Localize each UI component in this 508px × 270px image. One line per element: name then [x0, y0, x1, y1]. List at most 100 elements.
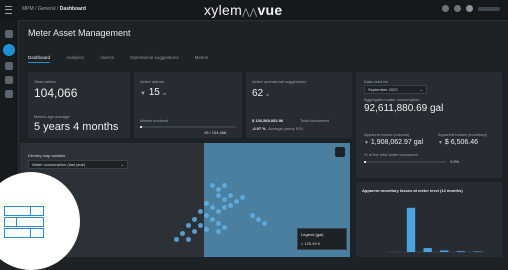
hex-cell — [204, 201, 209, 206]
chart-bar[interactable] — [456, 251, 466, 252]
hex-cell — [222, 197, 227, 202]
tab-dashboard[interactable]: Dashboard — [28, 55, 51, 63]
hex-cell — [240, 195, 245, 200]
hex-cell — [234, 199, 239, 204]
sidebar-dashboard-icon[interactable] — [3, 44, 15, 56]
chart-bar[interactable] — [473, 251, 482, 252]
period-label: Data used for — [364, 79, 389, 84]
roi-label: Average yearly ROI — [268, 126, 303, 131]
hex-cell — [216, 193, 221, 198]
active-alarms-card: Active alarms ▼ 15 of Meters involved 15… — [134, 72, 242, 138]
suggestions-value: 62 — [252, 88, 264, 99]
active-alarms-label: Active alarms — [140, 79, 165, 84]
chart-bar[interactable] — [406, 207, 416, 252]
hex-cell — [186, 237, 191, 242]
hex-cell — [216, 209, 221, 214]
percent-consumed-bar-fill — [364, 161, 366, 163]
brand-left: xylem — [204, 2, 243, 18]
map-variable-select[interactable]: Water consumption (last year) ⌄ — [28, 160, 128, 169]
breadcrumb-prefix[interactable]: MPM / General / — [22, 6, 58, 12]
sidebar-meters-icon[interactable] — [5, 90, 13, 98]
tab-alarms[interactable]: Alarms — [100, 55, 114, 63]
total-meters-label: Total meters — [34, 79, 56, 84]
chevron-down-icon: ⌄ — [419, 87, 423, 92]
hex-cell — [222, 205, 227, 210]
hex-cell — [174, 237, 179, 242]
gear-icon[interactable] — [454, 5, 461, 12]
hex-cell — [204, 213, 209, 218]
chart-bar[interactable] — [440, 250, 449, 252]
losses-volume-value: 1,908,062.97 gal — [370, 139, 424, 146]
losses-monetary-label: Apparent losses (monetary) — [438, 132, 488, 137]
hex-cell — [256, 217, 261, 222]
aggregated-consumption-value: 92,611,880.69 gal — [364, 103, 444, 114]
losses-volume-down-icon: ▼ — [364, 140, 369, 146]
total-meters-card: Total meters 104,066 Meters age average … — [28, 72, 130, 138]
brick-4-icon — [16, 217, 44, 227]
total-meters-value: 104,066 — [34, 86, 78, 100]
hex-cell — [180, 231, 185, 236]
active-alarms-value-row: ▼ 15 of — [140, 87, 166, 98]
breadcrumb-current: Dashboard — [59, 6, 86, 12]
hex-cell — [210, 217, 215, 222]
tab-bar: Dashboard Analytics Alarms Operational s… — [28, 55, 208, 63]
brick-2-icon — [30, 206, 44, 216]
sidebar-home-icon[interactable] — [5, 30, 13, 38]
sidebar-alarms-icon[interactable] — [5, 76, 13, 84]
meters-involved-bar-fill — [140, 126, 142, 128]
percent-consumed-label: % of the total water consumed — [364, 152, 418, 157]
total-investment-value: $ 136,569,052.96 — [252, 118, 284, 123]
losses-bar-chart — [386, 207, 486, 253]
user-name-placeholder[interactable] — [478, 6, 500, 11]
hex-cell — [222, 225, 227, 230]
hex-cell — [186, 223, 191, 228]
map-legend[interactable]: Legend (gal) < 125.49 K — [297, 228, 347, 250]
map-variable-label: Density map variable — [28, 153, 66, 158]
hex-cell — [222, 183, 227, 188]
legend-label: Legend (gal) — [301, 232, 324, 237]
total-investment-label: Total investment — [300, 118, 329, 123]
help-icon[interactable] — [442, 5, 449, 12]
menu-icon[interactable] — [5, 6, 12, 14]
hex-cell — [210, 205, 215, 210]
brick-5-icon — [4, 228, 32, 238]
losses-chart-card: Apparent monetary losses at meter level … — [356, 182, 502, 257]
meters-age-label: Meters age average — [34, 114, 70, 119]
suggestions-unit: of — [265, 92, 270, 97]
map-chevron-down-icon: ⌄ — [120, 162, 124, 167]
hex-cell — [204, 227, 209, 232]
hex-cell — [228, 203, 233, 208]
map-layers-icon[interactable] — [335, 147, 345, 157]
sidebar-users-icon[interactable] — [5, 62, 13, 70]
losses-volume-label: Apparent losses (volume) — [364, 132, 410, 137]
meters-involved-label: Meters involved — [140, 118, 169, 123]
hex-cell — [192, 229, 197, 234]
aggregated-consumption-label: Aggregated water consumption — [364, 97, 420, 102]
suggestions-label: Active operational suggestions — [252, 79, 307, 84]
avatar[interactable] — [466, 5, 473, 12]
hex-cell — [262, 221, 267, 226]
losses-monetary-down-icon: ▼ — [438, 140, 443, 146]
losses-monetary-value: $ 6,506.46 — [444, 139, 478, 146]
map-variable-value: Water consumption (last year) — [32, 162, 86, 167]
consumption-card: Data used for September 2023 ⌄ Aggregate… — [356, 72, 502, 178]
hex-cell — [216, 229, 221, 234]
period-select[interactable]: September 2023 ⌄ — [364, 85, 427, 94]
period-select-value: September 2023 — [368, 87, 398, 92]
chart-bar[interactable] — [423, 248, 432, 252]
tab-operational-suggestions[interactable]: Operational suggestions — [130, 55, 179, 63]
hex-cell — [228, 193, 233, 198]
brand-separator-icon: ⋀⋀ — [242, 7, 258, 17]
hex-cell — [198, 209, 203, 214]
brand-logo: xylem⋀⋀vue — [204, 2, 282, 18]
percent-consumed-bar — [364, 161, 446, 163]
brand-right: vue — [257, 2, 283, 18]
down-arrow-icon: ▼ — [140, 91, 146, 97]
tab-meters[interactable]: Meters — [195, 55, 209, 63]
hex-cell — [216, 221, 221, 226]
tab-analytics[interactable]: Analytics — [66, 55, 84, 63]
page-title: Meter Asset Management — [28, 28, 131, 38]
active-alarms-value: 15 — [148, 87, 160, 98]
hex-cell — [216, 187, 221, 192]
brick-6-icon — [30, 228, 44, 238]
